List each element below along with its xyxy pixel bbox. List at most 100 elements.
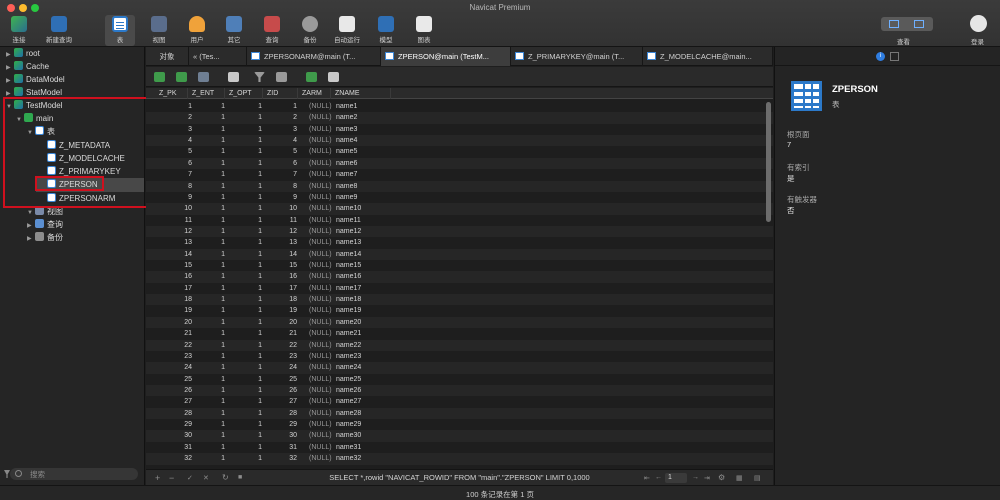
cell-zname[interactable]: name24 (336, 362, 361, 373)
table-row[interactable]: 15 1 1 15 (NULL) name15 (146, 260, 773, 271)
user-button[interactable]: 用户 (182, 15, 212, 46)
new-query-button[interactable]: 新建查询 (44, 15, 74, 46)
cell-z-ent[interactable]: 1 (185, 340, 225, 351)
cell-z-ent[interactable]: 1 (185, 396, 225, 407)
cell-zarm[interactable]: (NULL) (309, 101, 332, 112)
cell-z-opt[interactable]: 1 (222, 124, 262, 135)
cell-zid[interactable]: 31 (257, 442, 297, 453)
table-row[interactable]: 19 1 1 19 (NULL) name19 (146, 305, 773, 316)
table-row[interactable]: 9 1 1 9 (NULL) name9 (146, 192, 773, 203)
expand-arrow-icon[interactable]: ▶ (27, 233, 35, 245)
cell-zarm[interactable]: (NULL) (309, 249, 332, 260)
table-button[interactable]: 表 (105, 15, 135, 46)
cell-zarm[interactable]: (NULL) (309, 112, 332, 123)
table-row[interactable]: 7 1 1 7 (NULL) name7 (146, 169, 773, 180)
model-button[interactable]: 模型 (371, 15, 401, 46)
table-row[interactable]: 32 1 1 32 (NULL) name32 (146, 453, 773, 465)
backup-button[interactable]: 备份 (295, 15, 325, 46)
table-row[interactable]: 10 1 1 10 (NULL) name10 (146, 203, 773, 215)
cell-zarm[interactable]: (NULL) (309, 442, 332, 453)
table-row[interactable]: 31 1 1 31 (NULL) name31 (146, 442, 773, 453)
cell-z-ent[interactable]: 1 (185, 283, 225, 294)
tab-z-primarykey[interactable]: Z_PRIMARYKEY@main (T... (511, 47, 643, 66)
cell-zname[interactable]: name7 (336, 169, 357, 180)
table-row[interactable]: 1 1 1 1 (NULL) name1 (146, 101, 773, 112)
cell-z-ent[interactable]: 1 (185, 317, 225, 328)
cell-zarm[interactable]: (NULL) (309, 124, 332, 135)
table-row[interactable]: 21 1 1 21 (NULL) name21 (146, 328, 773, 339)
cell-zid[interactable]: 1 (257, 101, 297, 112)
table-row[interactable]: 29 1 1 29 (NULL) name29 (146, 419, 773, 430)
cell-zname[interactable]: name18 (336, 294, 361, 305)
cell-zname[interactable]: name13 (336, 237, 361, 248)
cell-zarm[interactable]: (NULL) (309, 271, 332, 282)
tab-zperson[interactable]: ZPERSON@main (TestM... (381, 47, 511, 66)
first-page-icon[interactable]: ⇤ (644, 474, 650, 482)
table-row[interactable]: 23 1 1 23 (NULL) name23 (146, 351, 773, 362)
cell-z-ent[interactable]: 1 (185, 135, 225, 146)
cell-zarm[interactable]: (NULL) (309, 181, 332, 192)
table-row[interactable]: 2 1 1 2 (NULL) name2 (146, 112, 773, 124)
view-mode-toggle[interactable] (881, 17, 933, 31)
cell-zname[interactable]: name15 (336, 260, 361, 271)
cell-z-ent[interactable]: 1 (185, 169, 225, 180)
table-row[interactable]: 25 1 1 25 (NULL) name25 (146, 374, 773, 385)
table-row[interactable]: 22 1 1 22 (NULL) name22 (146, 339, 773, 351)
cell-zname[interactable]: name29 (336, 419, 361, 430)
cell-zname[interactable]: name5 (336, 146, 357, 157)
sidebar-right-icon[interactable] (914, 20, 924, 28)
ddl-icon[interactable] (890, 52, 899, 61)
cell-zarm[interactable]: (NULL) (309, 408, 332, 419)
cell-z-ent[interactable]: 1 (185, 408, 225, 419)
tree-item-datamodel[interactable]: ▶ DataModel (6, 74, 65, 86)
table-row[interactable]: 4 1 1 4 (NULL) name4 (146, 135, 773, 147)
column-header-z-ent[interactable]: Z_ENT (188, 88, 225, 99)
cell-zarm[interactable]: (NULL) (309, 283, 332, 294)
cell-z-opt[interactable]: 1 (222, 192, 262, 203)
cell-zname[interactable]: name26 (336, 385, 361, 396)
table-row[interactable]: 27 1 1 27 (NULL) name27 (146, 396, 773, 407)
cell-zid[interactable]: 11 (257, 215, 297, 226)
cell-zarm[interactable]: (NULL) (309, 351, 332, 362)
cell-zid[interactable]: 27 (257, 396, 297, 407)
cell-zarm[interactable]: (NULL) (309, 305, 332, 316)
cell-zid[interactable]: 10 (257, 203, 297, 214)
cell-zarm[interactable]: (NULL) (309, 215, 332, 226)
cell-zid[interactable]: 14 (257, 249, 297, 260)
column-header-zid[interactable]: ZID (263, 88, 298, 99)
connect-button[interactable]: 连接 (4, 15, 34, 46)
table-row[interactable]: 13 1 1 13 (NULL) name13 (146, 237, 773, 248)
cell-z-opt[interactable]: 1 (222, 453, 262, 464)
cell-z-ent[interactable]: 1 (185, 249, 225, 260)
cell-zarm[interactable]: (NULL) (309, 226, 332, 237)
cell-zname[interactable]: name11 (336, 215, 361, 226)
table-row[interactable]: 12 1 1 12 (NULL) name12 (146, 225, 773, 238)
next-page-icon[interactable]: → (692, 474, 699, 481)
cell-zarm[interactable]: (NULL) (309, 374, 332, 385)
table-row[interactable]: 5 1 1 5 (NULL) name5 (146, 146, 773, 157)
cell-zarm[interactable]: (NULL) (309, 169, 332, 180)
cell-z-ent[interactable]: 1 (185, 351, 225, 362)
table-row[interactable]: 16 1 1 16 (NULL) name16 (146, 271, 773, 283)
column-header-z-opt[interactable]: Z_OPT (225, 88, 263, 99)
tab-zpersonarm[interactable]: ZPERSONARM@main (T... (247, 47, 381, 66)
cell-zname[interactable]: name28 (336, 408, 361, 419)
cell-zname[interactable]: name9 (336, 192, 357, 203)
tab-testmodel[interactable]: « (Tes... (189, 47, 247, 66)
cell-z-ent[interactable]: 1 (185, 181, 225, 192)
cell-zname[interactable]: name16 (336, 271, 361, 282)
cell-zid[interactable]: 25 (257, 374, 297, 385)
last-page-icon[interactable]: ⇥ (704, 474, 710, 482)
cell-z-ent[interactable]: 1 (185, 226, 225, 237)
cell-zarm[interactable]: (NULL) (309, 260, 332, 271)
cell-zname[interactable]: name32 (336, 453, 361, 464)
cell-z-opt[interactable]: 1 (222, 135, 262, 146)
table-row[interactable]: 14 1 1 14 (NULL) name14 (146, 248, 773, 261)
cell-z-ent[interactable]: 1 (185, 271, 225, 282)
settings-gear-icon[interactable]: ⚙ (718, 473, 725, 482)
cell-zid[interactable]: 24 (257, 362, 297, 373)
cell-z-ent[interactable]: 1 (185, 374, 225, 385)
cell-zname[interactable]: name27 (336, 396, 361, 407)
other-button[interactable]: 其它 (219, 15, 249, 46)
tree-item-root[interactable]: ▶ root (6, 48, 40, 60)
